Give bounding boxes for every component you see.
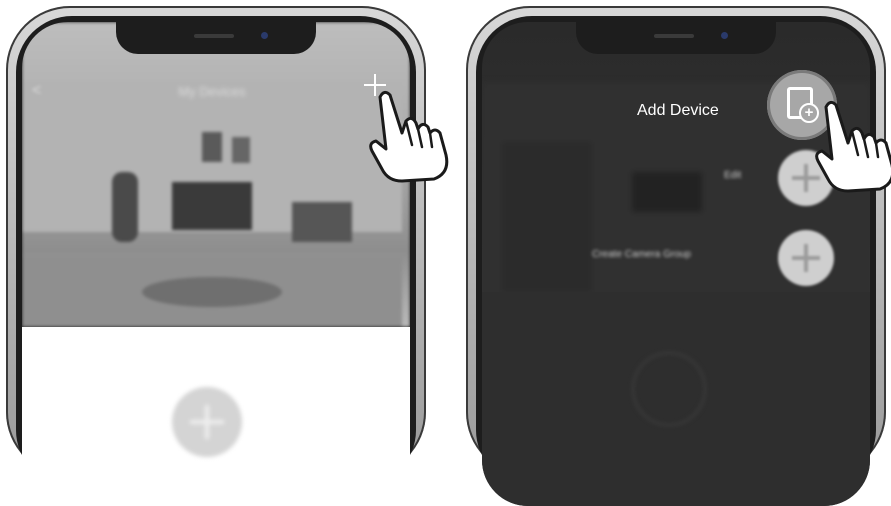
create-camera-group-button[interactable] [778,230,834,286]
phone-frame-right: Add Device + Edit Create Camera Group [466,6,886,506]
phone-notch [576,22,776,54]
page-title: My Devices [178,84,246,99]
add-device-placeholder-icon [632,352,706,426]
content-area [482,292,870,506]
menu-label-edit: Edit [724,170,742,181]
phone-frame-left: < My Devices [6,6,426,506]
add-device-placeholder-icon [172,387,242,457]
pointing-hand-icon [815,100,891,193]
phone-notch [116,22,316,54]
back-button[interactable]: < [32,82,41,100]
device-list-screen: < My Devices [22,22,410,506]
pointing-hand-icon [369,90,449,183]
content-area [22,327,410,506]
menu-label-camera-group: Create Camera Group [592,249,691,260]
add-device-label: Add Device [637,102,719,119]
